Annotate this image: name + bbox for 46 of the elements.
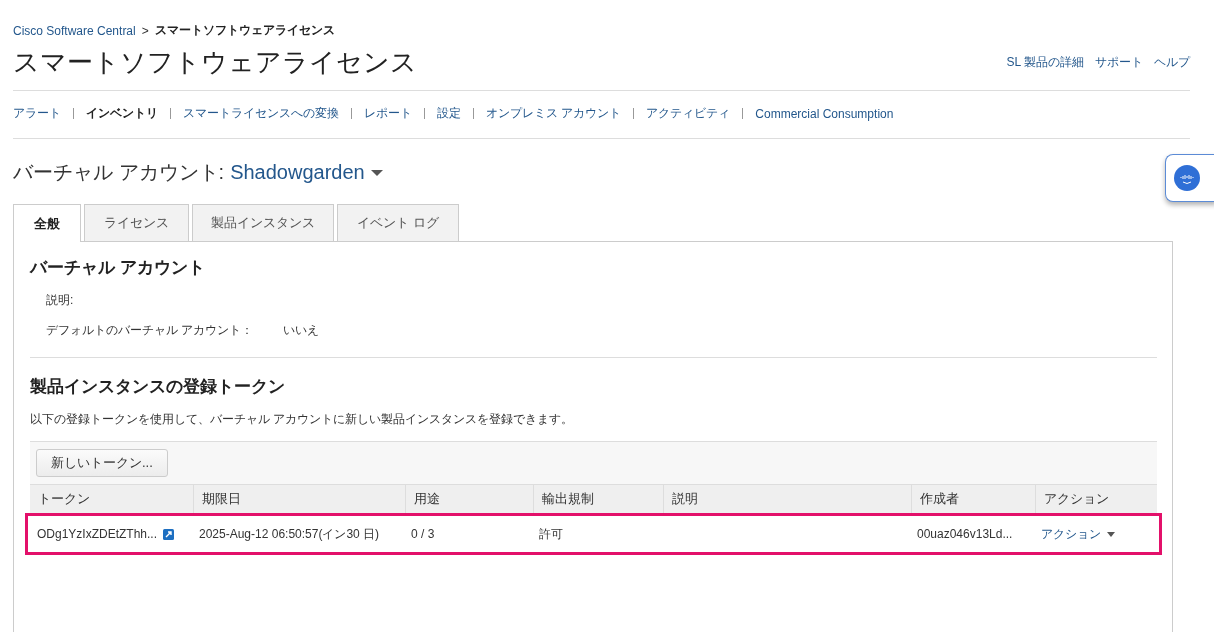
table-cell-text: 許可 xyxy=(538,525,564,543)
nav-link[interactable]: レポート xyxy=(364,105,412,122)
column-header: 用途 xyxy=(405,485,533,513)
field-label: デフォルトのバーチャル アカウント： xyxy=(46,322,254,339)
column-header: 期限日 xyxy=(193,485,405,513)
new-token-button[interactable]: 新しいトークン... xyxy=(36,449,168,477)
breadcrumb-separator: > xyxy=(141,23,149,38)
external-link-icon[interactable] xyxy=(163,528,175,540)
header-link[interactable]: ヘルプ xyxy=(1154,54,1190,71)
section-heading: バーチャル アカウント xyxy=(30,257,206,279)
account-label: バーチャル アカウント: xyxy=(13,160,225,185)
field-value: いいえ xyxy=(283,322,320,339)
nav-link[interactable]: オンプレミス アカウント xyxy=(486,105,622,122)
header-link[interactable]: サポート xyxy=(1095,54,1143,71)
column-header: 作成者 xyxy=(911,485,1035,513)
token-cell: ODg1YzIxZDEtZThh... xyxy=(37,527,158,541)
nav-link[interactable]: アラート xyxy=(13,105,61,122)
tab[interactable]: ライセンス xyxy=(84,204,189,241)
nav-link[interactable]: インベントリ xyxy=(86,105,158,122)
tab[interactable]: 製品インスタンス xyxy=(192,204,334,241)
smiley-icon xyxy=(1174,165,1200,191)
field-label: 説明: xyxy=(46,292,74,309)
header-link[interactable]: SL 製品の詳細 xyxy=(1006,54,1084,71)
caret-icon[interactable] xyxy=(1107,531,1115,537)
column-header: トークン xyxy=(37,490,91,508)
table-cell-text: 00uaz046v13Ld... xyxy=(916,527,1014,541)
action-link[interactable]: アクション xyxy=(1041,525,1101,543)
table-cell-text: 0 / 3 xyxy=(410,527,436,541)
breadcrumb-current: スマートソフトウェアライセンス xyxy=(154,22,335,39)
column-header: アクション xyxy=(1035,485,1157,513)
page-title: スマートソフトウェアライセンス xyxy=(13,46,417,79)
account-dropdown[interactable]: Shadowgarden xyxy=(230,161,365,184)
tab[interactable]: イベント ログ xyxy=(337,204,459,241)
chat-button[interactable] xyxy=(1165,154,1214,202)
nav-link[interactable]: スマートライセンスへの変換 xyxy=(183,105,339,122)
tab[interactable]: 全般 xyxy=(13,204,81,242)
section-description: 以下の登録トークンを使用して、バーチャル アカウントに新しい製品インスタンスを登録できます。 xyxy=(30,411,575,428)
section-heading: 製品インスタンスの登録トークン xyxy=(30,376,286,398)
breadcrumb-link[interactable]: Cisco Software Central xyxy=(13,23,136,38)
column-header: 輸出規制 xyxy=(533,485,663,513)
table-cell-text: 2025-Aug-12 06:50:57(イン30 日) xyxy=(198,525,381,543)
caret-icon[interactable] xyxy=(370,168,383,177)
column-header: 説明 xyxy=(663,485,911,513)
nav-link[interactable]: Commercial Consumption xyxy=(755,106,894,121)
nav-link[interactable]: アクティビティ xyxy=(646,105,731,122)
nav-link[interactable]: 設定 xyxy=(437,105,461,122)
